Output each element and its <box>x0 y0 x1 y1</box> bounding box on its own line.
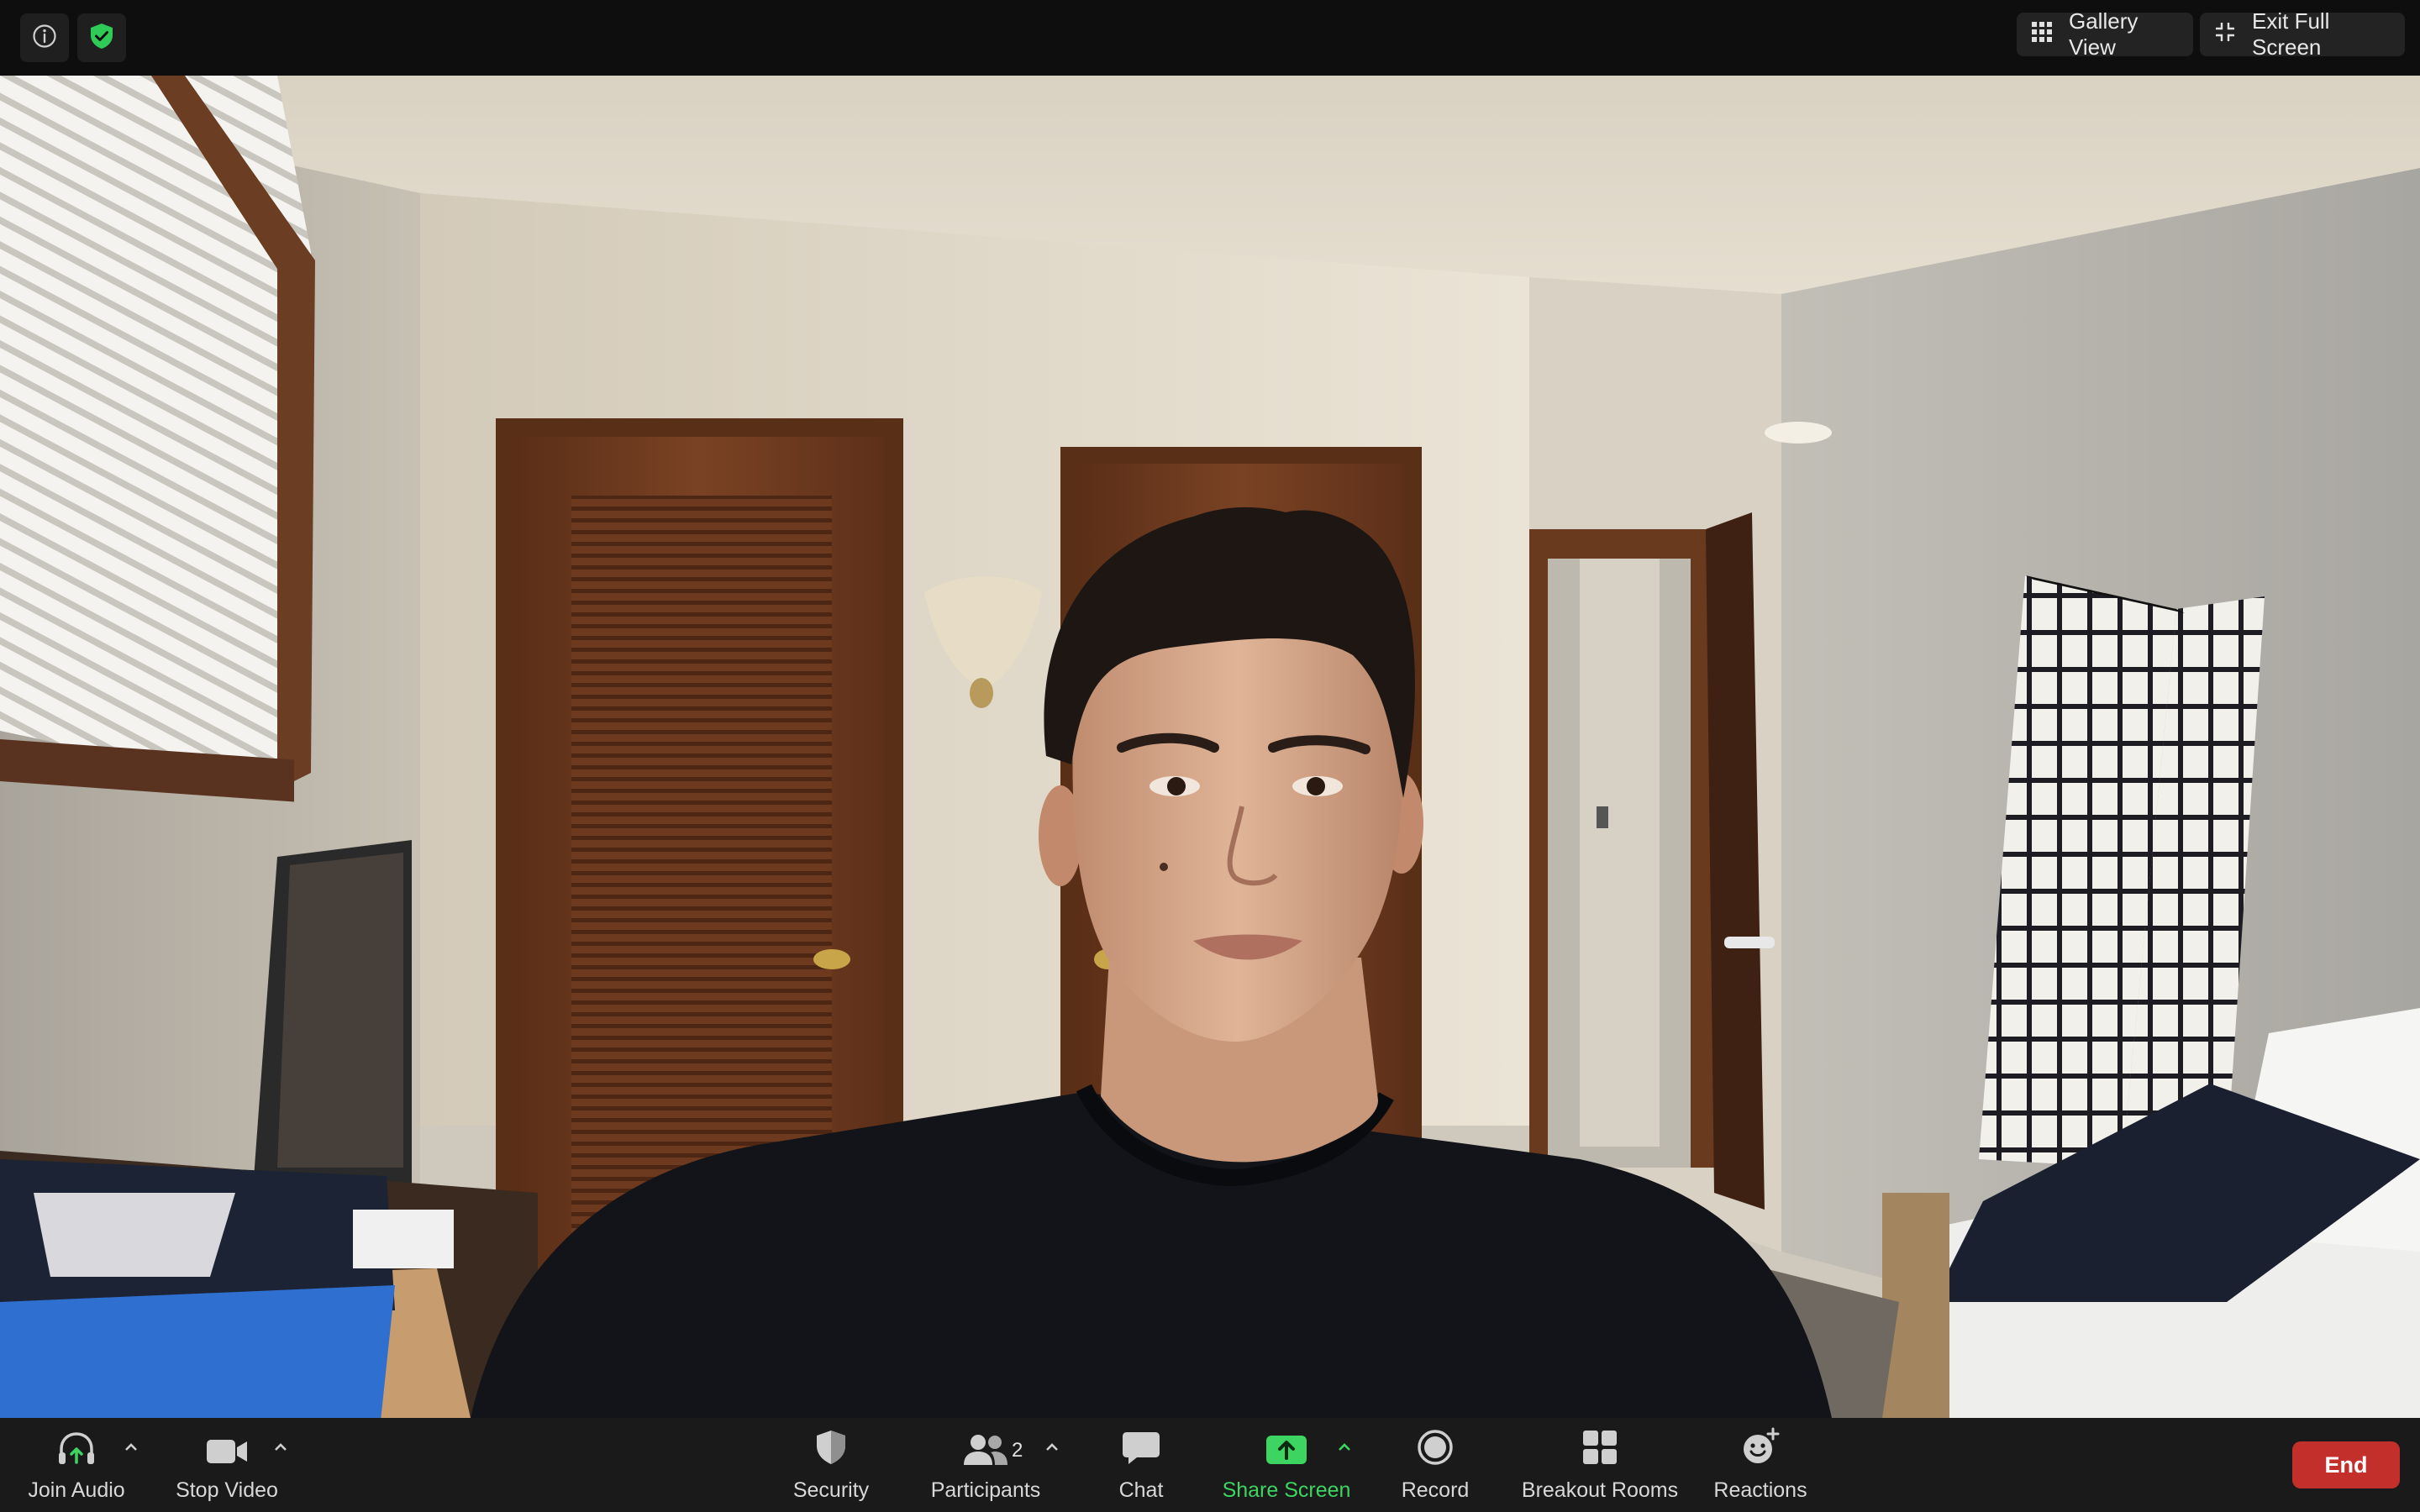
record-icon <box>1417 1429 1454 1470</box>
reactions-label: Reactions <box>1713 1478 1807 1502</box>
shield-check-icon <box>89 23 114 54</box>
stop-video-button[interactable]: Stop Video <box>168 1418 286 1512</box>
info-icon <box>32 24 57 53</box>
end-meeting-button[interactable]: End <box>2292 1441 2400 1488</box>
chat-bubble-icon <box>1122 1431 1160 1470</box>
chat-label: Chat <box>1118 1478 1164 1502</box>
meeting-window: Gallery View Exit Full Screen Join Audio… <box>0 0 2420 1512</box>
chevron-up-icon <box>1337 1441 1352 1456</box>
participant-video <box>0 76 2420 1418</box>
participants-count: 2 <box>1012 1439 1023 1462</box>
participants-options-caret[interactable] <box>1040 1436 1064 1460</box>
security-button[interactable]: Security <box>781 1418 881 1512</box>
record-button[interactable]: Record <box>1395 1418 1476 1512</box>
exit-full-screen-button[interactable]: Exit Full Screen <box>2200 8 2405 60</box>
reactions-button[interactable]: Reactions <box>1711 1418 1810 1512</box>
breakout-rooms-label: Breakout Rooms <box>1521 1478 1679 1502</box>
meeting-toolbar: Join Audio Stop Video Security Participa… <box>0 1418 2420 1512</box>
join-audio-label: Join Audio <box>28 1478 125 1502</box>
chat-button[interactable]: Chat <box>1107 1418 1175 1512</box>
shield-icon <box>814 1429 848 1470</box>
breakout-rooms-icon <box>1581 1429 1618 1470</box>
join-audio-button[interactable]: Join Audio <box>24 1418 129 1512</box>
share-screen-label: Share Screen <box>1222 1478 1351 1502</box>
grid-icon <box>2032 21 2069 48</box>
exit-full-screen-icon <box>2215 22 2252 48</box>
record-label: Record <box>1401 1478 1470 1502</box>
encryption-status-button[interactable] <box>77 13 126 62</box>
share-screen-button[interactable]: Share Screen <box>1218 1418 1355 1512</box>
smiley-plus-icon <box>1741 1427 1780 1470</box>
participants-button[interactable]: Participants <box>924 1418 1047 1512</box>
breakout-rooms-button[interactable]: Breakout Rooms <box>1519 1418 1681 1512</box>
chevron-up-icon <box>124 1441 139 1456</box>
chevron-up-icon <box>1044 1441 1060 1456</box>
chevron-up-icon <box>273 1441 288 1456</box>
share-screen-options-caret[interactable] <box>1333 1436 1356 1460</box>
participants-label: Participants <box>930 1478 1041 1502</box>
exit-full-screen-label: Exit Full Screen <box>2252 8 2330 60</box>
headphones-icon <box>56 1431 97 1470</box>
stop-video-label: Stop Video <box>176 1478 278 1502</box>
video-options-caret[interactable] <box>269 1436 292 1460</box>
security-label: Security <box>792 1478 870 1502</box>
video-camera-icon <box>205 1437 249 1470</box>
gallery-view-label: Gallery View <box>2069 8 2139 60</box>
audio-options-caret[interactable] <box>119 1436 143 1460</box>
webcam-feed-image <box>0 76 2420 1418</box>
participants-icon <box>963 1434 1008 1470</box>
gallery-view-button[interactable]: Gallery View <box>2017 8 2193 60</box>
share-screen-icon <box>1265 1434 1307 1470</box>
top-bar: Gallery View Exit Full Screen <box>0 0 2420 76</box>
meeting-info-button[interactable] <box>20 13 69 62</box>
